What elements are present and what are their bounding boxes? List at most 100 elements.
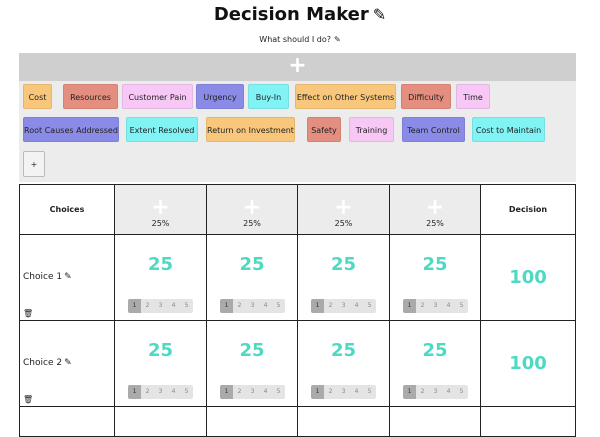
criterion-chip[interactable]: Customer Pain — [122, 84, 193, 109]
rating-option[interactable]: 3 — [337, 299, 350, 313]
rating-option[interactable]: 5 — [180, 299, 193, 313]
trash-icon[interactable]: 🗑 — [23, 395, 33, 404]
score-value: 25 — [147, 340, 174, 361]
plus-icon[interactable]: + — [115, 197, 206, 219]
rating-option[interactable]: 5 — [363, 299, 376, 313]
add-criterion-button[interactable]: + — [23, 151, 45, 177]
rating-option[interactable]: 5 — [272, 385, 285, 399]
rating-option[interactable]: 5 — [272, 299, 285, 313]
criterion-chip[interactable]: Urgency — [196, 84, 244, 109]
criterion-chip[interactable]: Resources — [63, 84, 118, 109]
rating-option[interactable]: 1 — [403, 385, 416, 399]
rating-option[interactable]: 3 — [246, 385, 259, 399]
rating-selector[interactable]: 12345 — [311, 299, 376, 313]
decision-cell — [480, 406, 576, 437]
rating-option[interactable]: 2 — [141, 385, 154, 399]
criterion-chip[interactable]: Time — [456, 84, 490, 109]
criterion-chip[interactable]: Difficulty — [401, 84, 451, 109]
rating-selector[interactable]: 12345 — [128, 385, 193, 399]
rating-option[interactable]: 4 — [259, 385, 272, 399]
choice-cell: Choice 1 ✎ 🗑 — [19, 234, 115, 321]
rating-option[interactable]: 3 — [154, 385, 167, 399]
add-criteria-bar[interactable]: + — [19, 53, 576, 81]
rating-option[interactable]: 3 — [246, 299, 259, 313]
decision-score: 100 — [509, 353, 547, 374]
rating-option[interactable]: 5 — [455, 385, 468, 399]
score-cell — [297, 406, 390, 437]
rating-option[interactable]: 1 — [128, 385, 141, 399]
score-value: 25 — [330, 254, 357, 275]
rating-option[interactable]: 3 — [429, 385, 442, 399]
criterion-chip[interactable]: Return on Investment — [206, 117, 295, 142]
criterion-column-header[interactable]: + 25% — [114, 184, 207, 235]
plus-icon[interactable]: + — [298, 197, 389, 219]
criterion-chip[interactable]: Cost — [23, 84, 52, 109]
rating-selector[interactable]: 12345 — [403, 299, 468, 313]
rating-option[interactable]: 1 — [220, 385, 233, 399]
rating-option[interactable]: 5 — [363, 385, 376, 399]
trash-icon[interactable]: 🗑 — [23, 309, 33, 318]
rating-selector[interactable]: 12345 — [128, 299, 193, 313]
rating-selector[interactable]: 12345 — [220, 299, 285, 313]
rating-option[interactable]: 1 — [311, 385, 324, 399]
criterion-chip[interactable]: Root Causes Addressed — [23, 117, 119, 142]
criterion-column-header[interactable]: + 25% — [297, 184, 390, 235]
rating-option[interactable]: 1 — [220, 299, 233, 313]
decision-cell: 100 — [480, 234, 576, 321]
rating-option[interactable]: 1 — [403, 299, 416, 313]
rating-selector[interactable]: 12345 — [220, 385, 285, 399]
edit-icon[interactable]: ✎ — [334, 35, 341, 44]
edit-icon[interactable]: ✎ — [64, 358, 72, 368]
edit-icon[interactable]: ✎ — [373, 5, 386, 24]
plus-icon[interactable]: + — [207, 197, 297, 219]
score-cell: 25 1 2 3 4 5 — [114, 320, 207, 407]
criterion-chip[interactable]: Team Control — [402, 117, 465, 142]
rating-selector[interactable]: 12345 — [403, 385, 468, 399]
rating-option[interactable]: 3 — [154, 299, 167, 313]
rating-option[interactable]: 2 — [324, 385, 337, 399]
decision-header: Decision — [480, 184, 576, 235]
rating-option[interactable]: 5 — [455, 299, 468, 313]
criterion-chip[interactable]: Effect on Other Systems — [295, 84, 396, 109]
rating-option[interactable]: 2 — [141, 299, 154, 313]
plus-icon[interactable]: + — [19, 53, 576, 81]
rating-option[interactable]: 4 — [442, 385, 455, 399]
criterion-column-header[interactable]: + 25% — [206, 184, 298, 235]
choice-cell: Choice 2 ✎ 🗑 — [19, 320, 115, 407]
rating-option[interactable]: 4 — [350, 299, 363, 313]
criterion-weight: 25% — [334, 219, 353, 228]
edit-icon[interactable]: ✎ — [64, 272, 72, 282]
rating-option[interactable]: 2 — [324, 299, 337, 313]
criterion-chip[interactable]: Extent Resolved — [126, 117, 198, 142]
rating-option[interactable]: 2 — [416, 385, 429, 399]
criterion-chip[interactable]: Safety — [307, 117, 341, 142]
rating-option[interactable]: 4 — [167, 299, 180, 313]
score-cell: 25 1 2 3 4 5 — [206, 320, 298, 407]
rating-selector[interactable]: 12345 — [311, 385, 376, 399]
plus-icon[interactable]: + — [390, 197, 480, 219]
rating-option[interactable]: 4 — [350, 385, 363, 399]
rating-option[interactable]: 1 — [311, 299, 324, 313]
criterion-column-header[interactable]: + 25% — [389, 184, 481, 235]
rating-option[interactable]: 4 — [167, 385, 180, 399]
rating-option[interactable]: 2 — [233, 385, 246, 399]
choice-row: Choice 2 ✎ 🗑 25 1 2 3 4 5 25 1 2 3 4 5 25 1 2 3 4 5 25 1 2 3 4 5 10… — [19, 320, 576, 407]
decision-score: 100 — [509, 267, 547, 288]
choice-row: Choice 1 ✎ 🗑 25 1 2 3 4 5 25 1 2 3 4 5 25 1 2 3 4 5 25 1 2 3 4 5 10… — [19, 234, 576, 321]
score-cell — [206, 406, 298, 437]
rating-option[interactable]: 4 — [442, 299, 455, 313]
choice-cell — [19, 406, 115, 437]
criterion-chip[interactable]: Buy-In — [248, 84, 289, 109]
rating-option[interactable]: 4 — [259, 299, 272, 313]
rating-option[interactable]: 3 — [337, 385, 350, 399]
rating-option[interactable]: 1 — [128, 299, 141, 313]
rating-option[interactable]: 2 — [233, 299, 246, 313]
rating-option[interactable]: 2 — [416, 299, 429, 313]
criterion-chip[interactable]: Training — [349, 117, 394, 142]
score-cell: 2 5 1 2 3 4 5 — [297, 320, 390, 407]
rating-option[interactable]: 3 — [429, 299, 442, 313]
rating-option[interactable]: 5 — [180, 385, 193, 399]
choice-name: Choice 1 ✎ — [23, 272, 72, 282]
criterion-chip[interactable]: Cost to Maintain — [472, 117, 545, 142]
score-value: 25 — [239, 340, 265, 361]
